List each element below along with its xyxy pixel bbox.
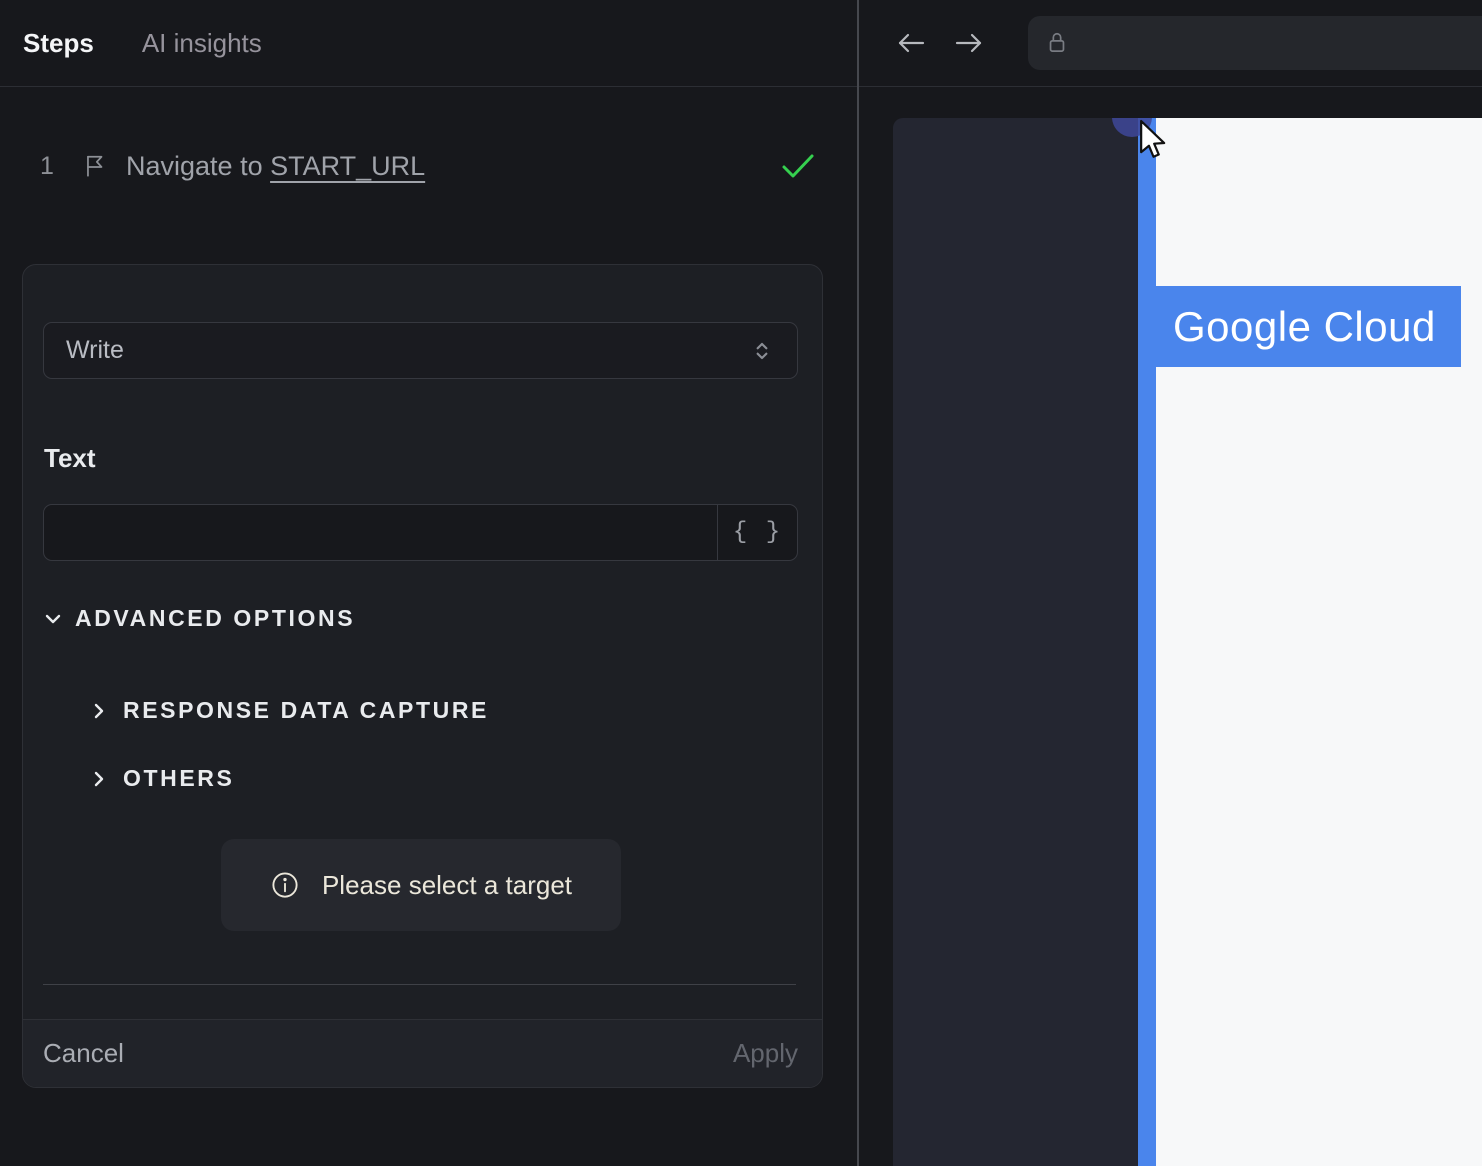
braces-icon[interactable]: { } [717,505,797,560]
others-toggle[interactable]: OTHERS [89,765,234,792]
tab-steps[interactable]: Steps [23,28,94,59]
info-icon [272,872,298,898]
check-icon [782,154,814,178]
response-data-capture-label: RESPONSE DATA CAPTURE [123,697,489,723]
google-cloud-logo-text: Google Cloud [1173,302,1436,350]
cursor-icon [1140,119,1166,158]
action-select-value: Write [66,336,124,364]
select-target-toast: Please select a target [221,839,621,931]
response-data-capture-toggle[interactable]: RESPONSE DATA CAPTURE [89,697,489,724]
step-title: Navigate to START_URL [126,151,425,182]
chevron-right-icon [94,703,104,718]
start-url-link[interactable]: START_URL [270,151,425,181]
cancel-button[interactable]: Cancel [43,1038,124,1069]
left-topbar: Steps AI insights [0,0,857,87]
steps-panel: Steps AI insights 1 Navigate to START_UR… [0,0,857,1166]
others-label: OTHERS [123,765,235,791]
text-input[interactable] [44,505,717,560]
editor-footer: Cancel Apply [23,1019,822,1087]
highlighted-element-strip [1138,118,1156,1166]
text-field-label: Text [44,443,96,473]
step-row[interactable]: 1 Navigate to START_URL [0,140,857,192]
lock-icon [1049,32,1065,52]
card-divider [43,984,796,985]
step-editor-card: Write Text { } ADVANCED OPTIONS RESPONSE… [22,264,823,1088]
apply-button[interactable]: Apply [733,1038,798,1069]
step-title-text: Navigate to [126,150,271,181]
flag-icon [87,155,103,177]
app-root: Steps AI insights 1 Navigate to START_UR… [0,0,1482,1166]
google-cloud-logo-highlight[interactable]: Google Cloud [1154,286,1461,367]
advanced-options-label: ADVANCED OPTIONS [75,605,356,631]
browser-viewport: Google Cloud [893,118,1482,1166]
browser-panel: Google Cloud [857,0,1482,1166]
back-arrow-icon[interactable] [893,25,929,61]
chevron-updown-icon [756,342,768,359]
chevron-right-icon [94,771,104,786]
url-bar[interactable] [1028,16,1482,70]
action-select[interactable]: Write [43,322,798,379]
browser-toolbar [859,0,1482,87]
forward-arrow-icon[interactable] [951,25,987,61]
page-content-area [1156,118,1482,1166]
advanced-options-toggle[interactable]: ADVANCED OPTIONS [43,605,355,632]
tab-ai-insights[interactable]: AI insights [142,28,262,59]
text-input-group: { } [43,504,798,561]
chevron-down-icon [45,614,61,623]
select-target-message: Please select a target [321,869,573,900]
step-number: 1 [40,151,54,180]
